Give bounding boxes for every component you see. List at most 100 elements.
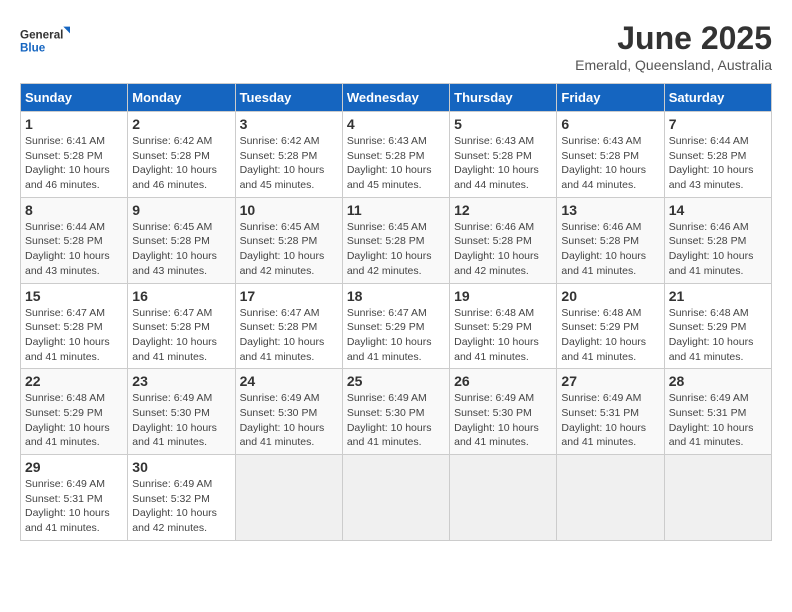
calendar-cell: 27 Sunrise: 6:49 AM Sunset: 5:31 PM Dayl… bbox=[557, 369, 664, 455]
weekday-header-tuesday: Tuesday bbox=[235, 84, 342, 112]
calendar-cell: 7 Sunrise: 6:44 AM Sunset: 5:28 PM Dayli… bbox=[664, 112, 771, 198]
day-info: Sunrise: 6:46 AM Sunset: 5:28 PM Dayligh… bbox=[454, 220, 552, 279]
day-number: 3 bbox=[240, 116, 338, 132]
calendar-week-4: 22 Sunrise: 6:48 AM Sunset: 5:29 PM Dayl… bbox=[21, 369, 772, 455]
day-number: 15 bbox=[25, 288, 123, 304]
day-info: Sunrise: 6:45 AM Sunset: 5:28 PM Dayligh… bbox=[132, 220, 230, 279]
calendar-cell: 17 Sunrise: 6:47 AM Sunset: 5:28 PM Dayl… bbox=[235, 283, 342, 369]
day-info: Sunrise: 6:48 AM Sunset: 5:29 PM Dayligh… bbox=[669, 306, 767, 365]
day-info: Sunrise: 6:44 AM Sunset: 5:28 PM Dayligh… bbox=[25, 220, 123, 279]
day-info: Sunrise: 6:45 AM Sunset: 5:28 PM Dayligh… bbox=[347, 220, 445, 279]
calendar-cell: 1 Sunrise: 6:41 AM Sunset: 5:28 PM Dayli… bbox=[21, 112, 128, 198]
day-number: 26 bbox=[454, 373, 552, 389]
day-info: Sunrise: 6:46 AM Sunset: 5:28 PM Dayligh… bbox=[669, 220, 767, 279]
day-info: Sunrise: 6:44 AM Sunset: 5:28 PM Dayligh… bbox=[669, 134, 767, 193]
day-info: Sunrise: 6:41 AM Sunset: 5:28 PM Dayligh… bbox=[25, 134, 123, 193]
day-info: Sunrise: 6:42 AM Sunset: 5:28 PM Dayligh… bbox=[240, 134, 338, 193]
calendar-cell: 18 Sunrise: 6:47 AM Sunset: 5:29 PM Dayl… bbox=[342, 283, 449, 369]
day-info: Sunrise: 6:49 AM Sunset: 5:30 PM Dayligh… bbox=[454, 391, 552, 450]
day-info: Sunrise: 6:42 AM Sunset: 5:28 PM Dayligh… bbox=[132, 134, 230, 193]
day-number: 5 bbox=[454, 116, 552, 132]
calendar-cell bbox=[450, 455, 557, 541]
weekday-header-monday: Monday bbox=[128, 84, 235, 112]
calendar-week-3: 15 Sunrise: 6:47 AM Sunset: 5:28 PM Dayl… bbox=[21, 283, 772, 369]
weekday-header-thursday: Thursday bbox=[450, 84, 557, 112]
calendar-cell bbox=[664, 455, 771, 541]
calendar-cell: 8 Sunrise: 6:44 AM Sunset: 5:28 PM Dayli… bbox=[21, 197, 128, 283]
day-info: Sunrise: 6:49 AM Sunset: 5:31 PM Dayligh… bbox=[669, 391, 767, 450]
day-number: 2 bbox=[132, 116, 230, 132]
svg-text:General: General bbox=[20, 28, 63, 41]
calendar-cell: 28 Sunrise: 6:49 AM Sunset: 5:31 PM Dayl… bbox=[664, 369, 771, 455]
day-number: 25 bbox=[347, 373, 445, 389]
header-row: SundayMondayTuesdayWednesdayThursdayFrid… bbox=[21, 84, 772, 112]
day-number: 20 bbox=[561, 288, 659, 304]
calendar-week-5: 29 Sunrise: 6:49 AM Sunset: 5:31 PM Dayl… bbox=[21, 455, 772, 541]
calendar-cell: 16 Sunrise: 6:47 AM Sunset: 5:28 PM Dayl… bbox=[128, 283, 235, 369]
calendar-cell: 11 Sunrise: 6:45 AM Sunset: 5:28 PM Dayl… bbox=[342, 197, 449, 283]
day-info: Sunrise: 6:46 AM Sunset: 5:28 PM Dayligh… bbox=[561, 220, 659, 279]
calendar-cell: 3 Sunrise: 6:42 AM Sunset: 5:28 PM Dayli… bbox=[235, 112, 342, 198]
title-section: June 2025 Emerald, Queensland, Australia bbox=[575, 20, 772, 73]
calendar-cell: 4 Sunrise: 6:43 AM Sunset: 5:28 PM Dayli… bbox=[342, 112, 449, 198]
day-number: 21 bbox=[669, 288, 767, 304]
day-info: Sunrise: 6:45 AM Sunset: 5:28 PM Dayligh… bbox=[240, 220, 338, 279]
day-info: Sunrise: 6:47 AM Sunset: 5:29 PM Dayligh… bbox=[347, 306, 445, 365]
weekday-header-sunday: Sunday bbox=[21, 84, 128, 112]
day-info: Sunrise: 6:49 AM Sunset: 5:30 PM Dayligh… bbox=[132, 391, 230, 450]
calendar-cell: 2 Sunrise: 6:42 AM Sunset: 5:28 PM Dayli… bbox=[128, 112, 235, 198]
day-number: 10 bbox=[240, 202, 338, 218]
calendar-cell: 30 Sunrise: 6:49 AM Sunset: 5:32 PM Dayl… bbox=[128, 455, 235, 541]
day-info: Sunrise: 6:43 AM Sunset: 5:28 PM Dayligh… bbox=[454, 134, 552, 193]
weekday-header-friday: Friday bbox=[557, 84, 664, 112]
day-number: 12 bbox=[454, 202, 552, 218]
day-number: 27 bbox=[561, 373, 659, 389]
day-number: 17 bbox=[240, 288, 338, 304]
calendar-cell: 19 Sunrise: 6:48 AM Sunset: 5:29 PM Dayl… bbox=[450, 283, 557, 369]
day-number: 7 bbox=[669, 116, 767, 132]
day-number: 8 bbox=[25, 202, 123, 218]
day-number: 29 bbox=[25, 459, 123, 475]
day-number: 24 bbox=[240, 373, 338, 389]
calendar-cell: 24 Sunrise: 6:49 AM Sunset: 5:30 PM Dayl… bbox=[235, 369, 342, 455]
calendar-cell bbox=[557, 455, 664, 541]
day-info: Sunrise: 6:47 AM Sunset: 5:28 PM Dayligh… bbox=[25, 306, 123, 365]
day-info: Sunrise: 6:43 AM Sunset: 5:28 PM Dayligh… bbox=[347, 134, 445, 193]
day-number: 19 bbox=[454, 288, 552, 304]
day-number: 22 bbox=[25, 373, 123, 389]
logo-svg: General Blue bbox=[20, 20, 70, 60]
day-info: Sunrise: 6:48 AM Sunset: 5:29 PM Dayligh… bbox=[561, 306, 659, 365]
calendar-cell: 14 Sunrise: 6:46 AM Sunset: 5:28 PM Dayl… bbox=[664, 197, 771, 283]
calendar-cell: 29 Sunrise: 6:49 AM Sunset: 5:31 PM Dayl… bbox=[21, 455, 128, 541]
calendar-cell: 6 Sunrise: 6:43 AM Sunset: 5:28 PM Dayli… bbox=[557, 112, 664, 198]
calendar-cell: 10 Sunrise: 6:45 AM Sunset: 5:28 PM Dayl… bbox=[235, 197, 342, 283]
day-info: Sunrise: 6:49 AM Sunset: 5:31 PM Dayligh… bbox=[561, 391, 659, 450]
day-number: 4 bbox=[347, 116, 445, 132]
day-number: 1 bbox=[25, 116, 123, 132]
month-title: June 2025 bbox=[575, 20, 772, 57]
day-info: Sunrise: 6:43 AM Sunset: 5:28 PM Dayligh… bbox=[561, 134, 659, 193]
day-info: Sunrise: 6:47 AM Sunset: 5:28 PM Dayligh… bbox=[132, 306, 230, 365]
day-number: 6 bbox=[561, 116, 659, 132]
day-number: 13 bbox=[561, 202, 659, 218]
day-number: 9 bbox=[132, 202, 230, 218]
calendar-cell: 23 Sunrise: 6:49 AM Sunset: 5:30 PM Dayl… bbox=[128, 369, 235, 455]
calendar-cell: 20 Sunrise: 6:48 AM Sunset: 5:29 PM Dayl… bbox=[557, 283, 664, 369]
calendar-cell: 22 Sunrise: 6:48 AM Sunset: 5:29 PM Dayl… bbox=[21, 369, 128, 455]
day-number: 14 bbox=[669, 202, 767, 218]
day-number: 11 bbox=[347, 202, 445, 218]
calendar-cell: 13 Sunrise: 6:46 AM Sunset: 5:28 PM Dayl… bbox=[557, 197, 664, 283]
calendar-cell: 12 Sunrise: 6:46 AM Sunset: 5:28 PM Dayl… bbox=[450, 197, 557, 283]
day-info: Sunrise: 6:49 AM Sunset: 5:32 PM Dayligh… bbox=[132, 477, 230, 536]
day-info: Sunrise: 6:49 AM Sunset: 5:30 PM Dayligh… bbox=[240, 391, 338, 450]
calendar-cell bbox=[235, 455, 342, 541]
calendar-table: SundayMondayTuesdayWednesdayThursdayFrid… bbox=[20, 83, 772, 541]
calendar-cell: 9 Sunrise: 6:45 AM Sunset: 5:28 PM Dayli… bbox=[128, 197, 235, 283]
page-header: General Blue June 2025 Emerald, Queensla… bbox=[20, 20, 772, 73]
day-number: 28 bbox=[669, 373, 767, 389]
calendar-week-1: 1 Sunrise: 6:41 AM Sunset: 5:28 PM Dayli… bbox=[21, 112, 772, 198]
calendar-cell: 25 Sunrise: 6:49 AM Sunset: 5:30 PM Dayl… bbox=[342, 369, 449, 455]
day-info: Sunrise: 6:48 AM Sunset: 5:29 PM Dayligh… bbox=[25, 391, 123, 450]
day-info: Sunrise: 6:47 AM Sunset: 5:28 PM Dayligh… bbox=[240, 306, 338, 365]
day-info: Sunrise: 6:48 AM Sunset: 5:29 PM Dayligh… bbox=[454, 306, 552, 365]
